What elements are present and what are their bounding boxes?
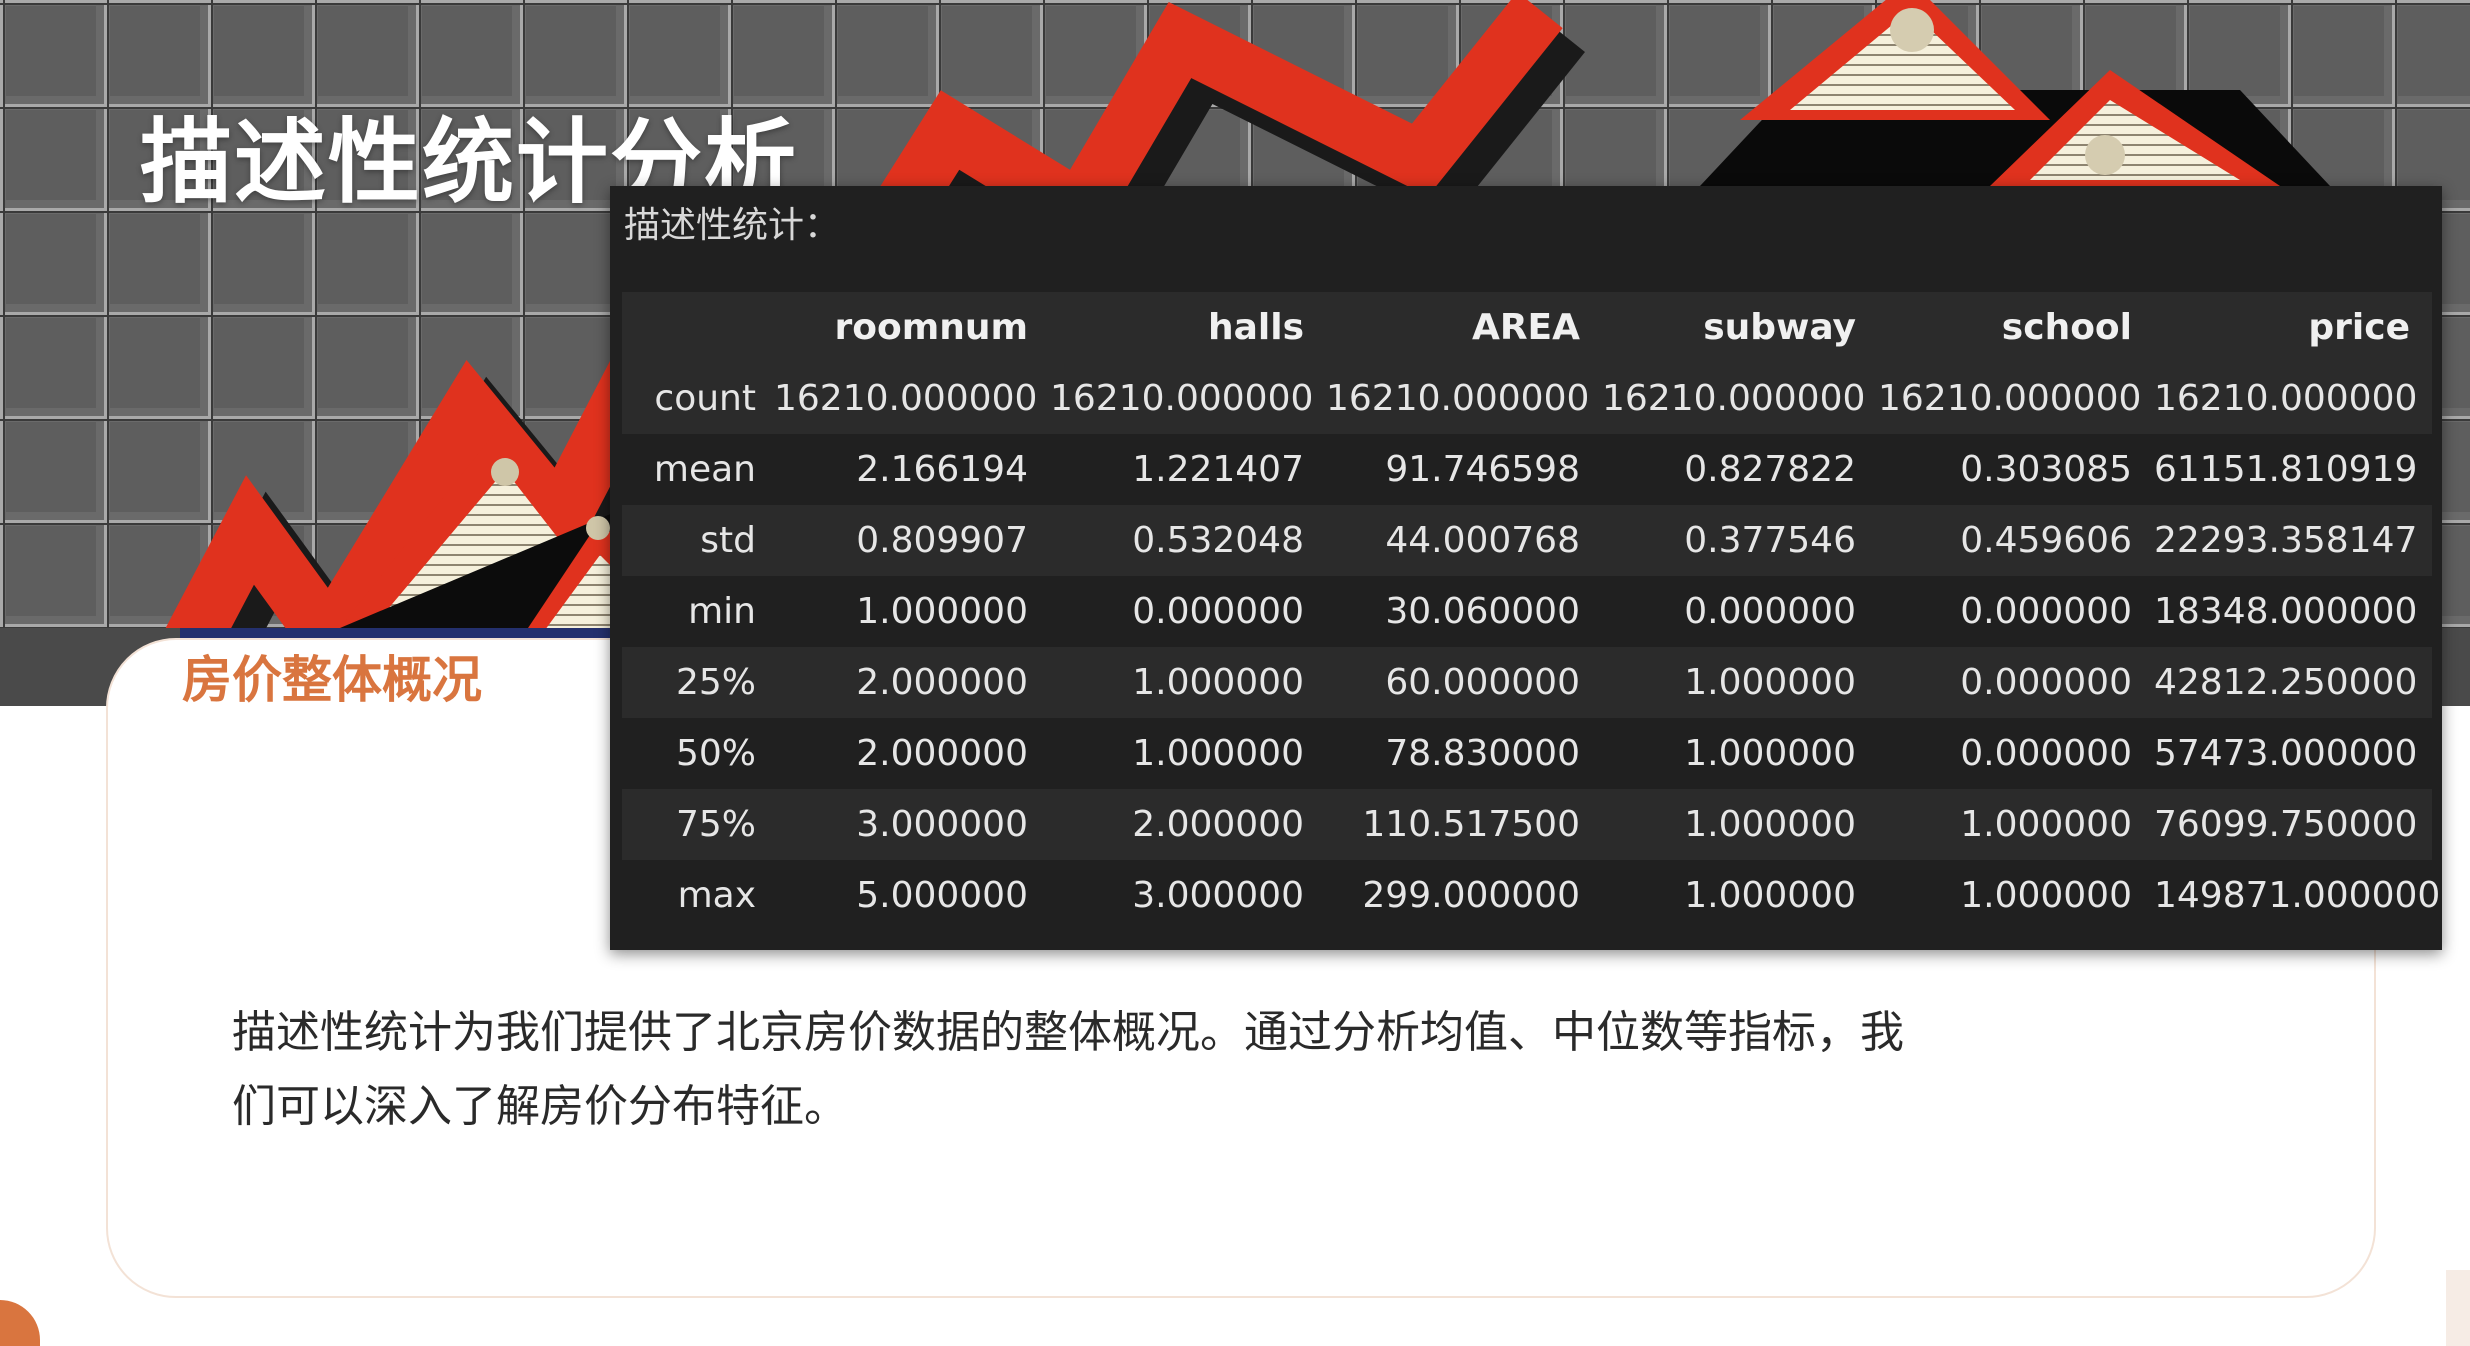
table-row: min 1.000000 0.000000 30.060000 0.000000…: [622, 576, 2432, 647]
table-cell: 30.060000: [1385, 591, 1580, 632]
row-label: 50%: [675, 733, 756, 774]
table-cell: 299.000000: [1362, 875, 1580, 916]
column-header-index: [622, 292, 774, 363]
table-cell: 5.000000: [856, 875, 1028, 916]
table-cell: 1.000000: [1132, 662, 1304, 703]
table-cell: 1.000000: [1684, 804, 1856, 845]
table-row: 50% 2.000000 1.000000 78.830000 1.000000…: [622, 718, 2432, 789]
table-cell: 1.000000: [1960, 875, 2132, 916]
output-label: 描述性统计：: [624, 205, 841, 246]
table-cell: 61151.810919: [2154, 449, 2418, 490]
table-cell: 18348.000000: [2154, 591, 2418, 632]
describe-table: roomnum halls AREA subway school price c…: [622, 292, 2441, 931]
table-cell: 57473.000000: [2154, 733, 2418, 774]
column-header: subway: [1602, 292, 1878, 363]
row-label: min: [688, 591, 756, 632]
table-cell: 0.303085: [1960, 449, 2132, 490]
table-row: mean 2.166194 1.221407 91.746598 0.82782…: [622, 434, 2432, 505]
table-cell: 1.000000: [1960, 804, 2132, 845]
table-cell: 76099.750000: [2154, 804, 2418, 845]
column-header: halls: [1050, 292, 1326, 363]
table-cell: 22293.358147: [2154, 520, 2418, 561]
table-row: std 0.809907 0.532048 44.000768 0.377546…: [622, 505, 2432, 576]
column-header: AREA: [1326, 292, 1602, 363]
slide: 描述性统计分析 房价整体概况 描述性统计为我们提供了北京房价数据的整体概况。通过…: [0, 0, 2470, 1346]
table-cell: 110.517500: [1362, 804, 1580, 845]
table-header-row: roomnum halls AREA subway school price: [622, 292, 2432, 363]
table-cell: 0.000000: [1960, 662, 2132, 703]
column-header: school: [1878, 292, 2154, 363]
corner-accent: [0, 1300, 40, 1346]
row-label: max: [677, 875, 756, 916]
table-row: max 5.000000 3.000000 299.000000 1.00000…: [622, 860, 2441, 931]
column-header: roomnum: [774, 292, 1050, 363]
row-label: 75%: [675, 804, 756, 845]
table-cell: 2.000000: [1132, 804, 1304, 845]
table-cell: 42812.250000: [2154, 662, 2418, 703]
notebook-output-panel: 描述性统计： roomnum halls AREA subway school …: [610, 186, 2442, 950]
table-cell: 1.000000: [1684, 733, 1856, 774]
table-cell: 16210.000000: [774, 378, 1038, 419]
table-cell: 16210.000000: [1326, 378, 1590, 419]
table-cell: 0.000000: [1960, 591, 2132, 632]
table-cell: 1.221407: [1132, 449, 1304, 490]
table-cell: 44.000768: [1385, 520, 1580, 561]
table-row: count 16210.000000 16210.000000 16210.00…: [622, 363, 2432, 434]
edge-decoration: [2446, 1270, 2470, 1346]
row-label: count: [654, 378, 756, 419]
table-row: 25% 2.000000 1.000000 60.000000 1.000000…: [622, 647, 2432, 718]
table-cell: 16210.000000: [2154, 378, 2418, 419]
table-cell: 0.000000: [1960, 733, 2132, 774]
table-cell: 0.809907: [856, 520, 1028, 561]
row-label: 25%: [675, 662, 756, 703]
table-row: 75% 3.000000 2.000000 110.517500 1.00000…: [622, 789, 2432, 860]
table-cell: 0.459606: [1960, 520, 2132, 561]
table-cell: 0.532048: [1132, 520, 1304, 561]
table-cell: 1.000000: [1684, 662, 1856, 703]
table-cell: 78.830000: [1385, 733, 1580, 774]
table-cell: 149871.000000: [2154, 875, 2441, 916]
description-text: 描述性统计为我们提供了北京房价数据的整体概况。通过分析均值、中位数等指标，我们可…: [232, 1007, 1904, 1132]
table-cell: 16210.000000: [1050, 378, 1314, 419]
table-cell: 91.746598: [1385, 449, 1580, 490]
table-cell: 16210.000000: [1602, 378, 1866, 419]
table-cell: 1.000000: [856, 591, 1028, 632]
table-cell: 2.000000: [856, 662, 1028, 703]
table-cell: 16210.000000: [1878, 378, 2142, 419]
table-cell: 60.000000: [1385, 662, 1580, 703]
table-cell: 3.000000: [856, 804, 1028, 845]
column-header: price: [2154, 292, 2432, 363]
row-label: mean: [653, 449, 756, 490]
table-cell: 0.827822: [1684, 449, 1856, 490]
section-title: 房价整体概况: [182, 651, 482, 709]
table-cell: 2.166194: [856, 449, 1028, 490]
table-cell: 1.000000: [1132, 733, 1304, 774]
table-cell: 1.000000: [1684, 875, 1856, 916]
row-label: std: [700, 520, 756, 561]
table-cell: 0.000000: [1132, 591, 1304, 632]
table-cell: 2.000000: [856, 733, 1028, 774]
table-cell: 3.000000: [1132, 875, 1304, 916]
table-cell: 0.377546: [1684, 520, 1856, 561]
table-cell: 0.000000: [1684, 591, 1856, 632]
